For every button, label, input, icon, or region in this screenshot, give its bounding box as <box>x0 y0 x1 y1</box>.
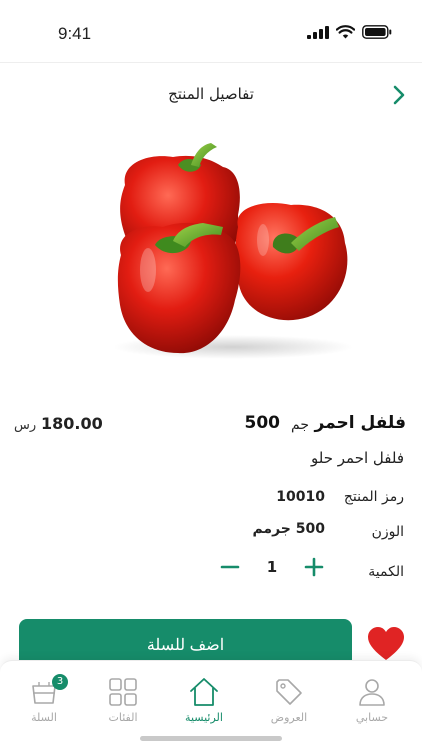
nav-label-offers: العروض <box>270 711 308 724</box>
battery-icon <box>362 25 392 39</box>
quantity-increase-button[interactable] <box>303 556 325 578</box>
home-indicator <box>140 736 282 741</box>
status-time: 9:41 <box>58 24 92 43</box>
page-title: تفاصيل المنتج <box>168 85 254 103</box>
nav-item-offers[interactable]: العروض <box>254 677 324 729</box>
quantity-decrease-button[interactable] <box>219 556 241 578</box>
nav-label-cart: السلة <box>31 711 57 724</box>
nav-item-account[interactable]: حسابي <box>337 677 407 729</box>
favorite-heart-icon[interactable] <box>366 626 406 662</box>
status-icons <box>307 25 392 39</box>
nav-item-cart[interactable]: 3 السلة <box>9 674 79 729</box>
add-to-cart-label: اضف للسلة <box>146 637 225 654</box>
cellular-signal-icon <box>307 25 329 39</box>
weight-value: 500 جرمم <box>252 521 325 537</box>
product-subtitle: فلفل احمر حلو <box>311 449 404 467</box>
status-bar: 9:41 <box>0 0 422 62</box>
nav-label-account: حسابي <box>355 711 389 724</box>
product-weight-unit: جم <box>291 417 309 433</box>
home-icon <box>190 678 218 706</box>
quantity-value: 1 <box>266 558 278 576</box>
nav-item-home[interactable]: الرئيسية <box>169 677 239 729</box>
categories-grid-icon <box>109 678 137 706</box>
nav-label-home: الرئيسية <box>185 711 223 724</box>
nav-item-categories[interactable]: الفئات <box>88 677 158 729</box>
chevron-right-icon[interactable] <box>390 84 408 106</box>
product-image-red-peppers <box>113 143 353 359</box>
product-code-label: رمز المنتج <box>343 489 404 505</box>
weight-label: الوزن <box>371 524 404 540</box>
tag-icon <box>276 679 302 705</box>
wifi-icon <box>336 25 355 39</box>
product-price-row: 180.00 رس فلفل احمر 500 جم <box>0 412 422 438</box>
quantity-label: الكمية <box>368 564 404 580</box>
product-code-value: 10010 <box>276 489 325 505</box>
product-price: 180.00 <box>41 414 103 433</box>
nav-label-categories: الفئات <box>108 711 138 724</box>
user-icon <box>359 679 385 706</box>
currency-label: رس <box>14 418 37 433</box>
product-weight-number: 500 <box>244 413 281 433</box>
product-name: فلفل احمر <box>314 413 406 433</box>
header: تفاصيل المنتج <box>0 63 422 123</box>
cart-badge: 3 <box>52 674 68 690</box>
